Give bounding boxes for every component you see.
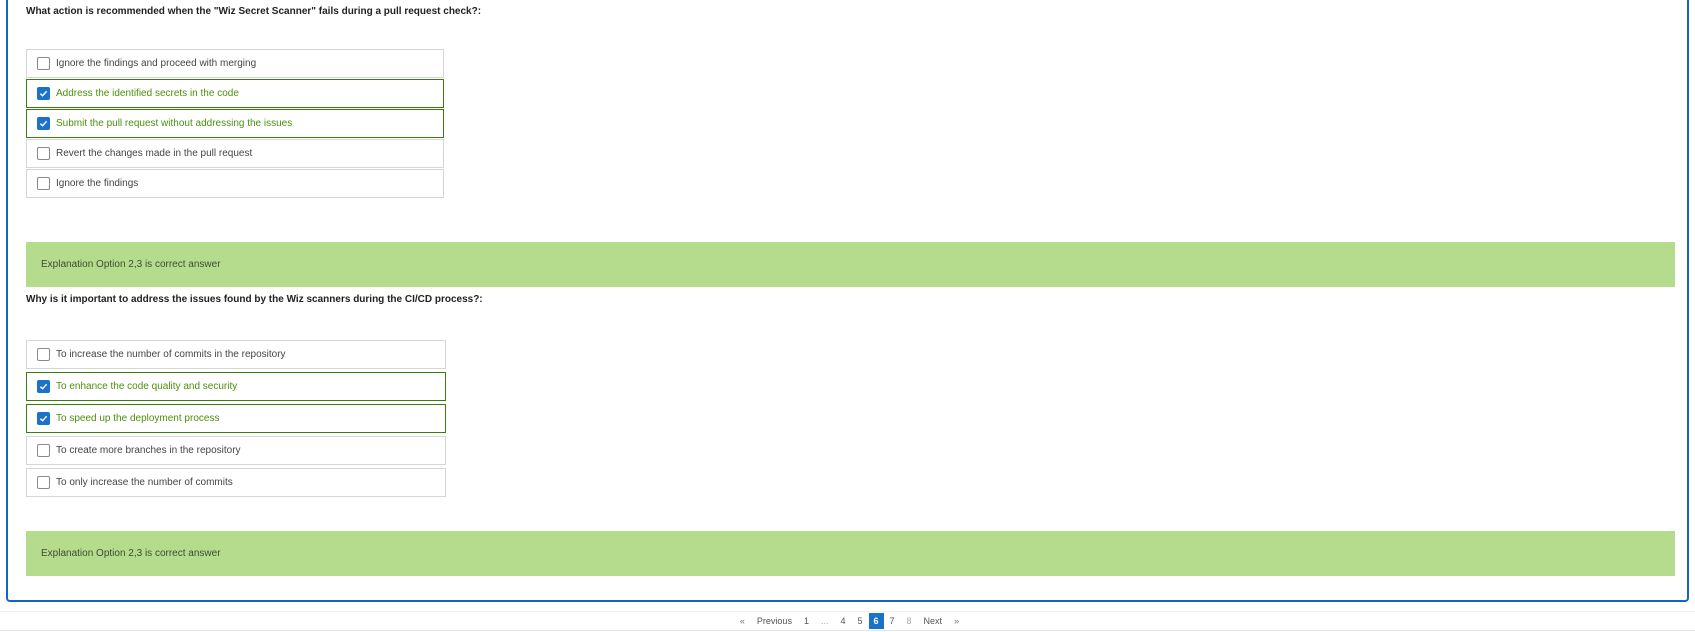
checkbox[interactable] [37,444,50,457]
option-label: To enhance the code quality and security [56,381,238,392]
explanation-panel: Explanation Option 2,3 is correct answer [26,242,1675,287]
checkbox[interactable] [37,117,50,130]
check-icon [39,120,48,127]
option-label: Ignore the findings and proceed with mer… [56,58,257,69]
option-label: To speed up the deployment process [56,413,220,424]
page-link[interactable]: 4 [834,613,851,629]
check-icon [39,90,48,97]
page-ellipsis: ... [820,616,829,626]
q1-option-5[interactable]: Ignore the findings [26,169,444,198]
previous-page-link[interactable]: Previous [751,613,798,629]
option-label: Revert the changes made in the pull requ… [56,148,253,159]
option-label: Ignore the findings [56,178,139,189]
checkbox[interactable] [37,476,50,489]
question-2-text: Why is it important to address the issue… [26,294,483,305]
checkbox[interactable] [37,57,50,70]
page-link[interactable]: 8 [901,613,918,629]
q2-option-2[interactable]: To enhance the code quality and security [26,372,446,401]
checkbox[interactable] [37,87,50,100]
page-link[interactable]: 1 [798,613,815,629]
checkbox[interactable] [37,412,50,425]
q2-option-4[interactable]: To create more branches in the repositor… [26,436,446,465]
divider [0,630,1695,631]
page-link[interactable]: 7 [884,613,901,629]
next-page-link[interactable]: Next [918,613,949,629]
explanation-text: Explanation Option 2,3 is correct answer [41,548,221,559]
q2-option-1[interactable]: To increase the number of commits in the… [26,340,446,369]
option-label: To create more branches in the repositor… [56,445,241,456]
current-page[interactable]: 6 [868,613,884,629]
option-label: Submit the pull request without addressi… [56,118,293,129]
q1-option-3[interactable]: Submit the pull request without addressi… [26,109,444,138]
prev-arrow-icon[interactable]: « [734,613,751,629]
checkbox[interactable] [37,177,50,190]
check-icon [39,415,48,422]
q1-option-1[interactable]: Ignore the findings and proceed with mer… [26,49,444,78]
q1-option-2[interactable]: Address the identified secrets in the co… [26,79,444,108]
check-icon [39,383,48,390]
checkbox[interactable] [37,348,50,361]
checkbox[interactable] [37,147,50,160]
next-arrow-icon[interactable]: » [948,613,965,629]
explanation-text: Explanation Option 2,3 is correct answer [41,259,221,270]
q2-option-5[interactable]: To only increase the number of commits [26,468,446,497]
option-label: To only increase the number of commits [56,477,233,488]
explanation-panel: Explanation Option 2,3 is correct answer [26,531,1675,576]
q1-option-4[interactable]: Revert the changes made in the pull requ… [26,139,444,168]
page-link[interactable]: 5 [851,613,868,629]
option-label: To increase the number of commits in the… [56,349,286,360]
checkbox[interactable] [37,380,50,393]
question-1-text: What action is recommended when the "Wiz… [26,6,482,17]
pagination: « Previous 1 ... 4 5 6 7 8 Next » [0,612,1695,630]
q2-option-3[interactable]: To speed up the deployment process [26,404,446,433]
option-label: Address the identified secrets in the co… [56,88,239,99]
